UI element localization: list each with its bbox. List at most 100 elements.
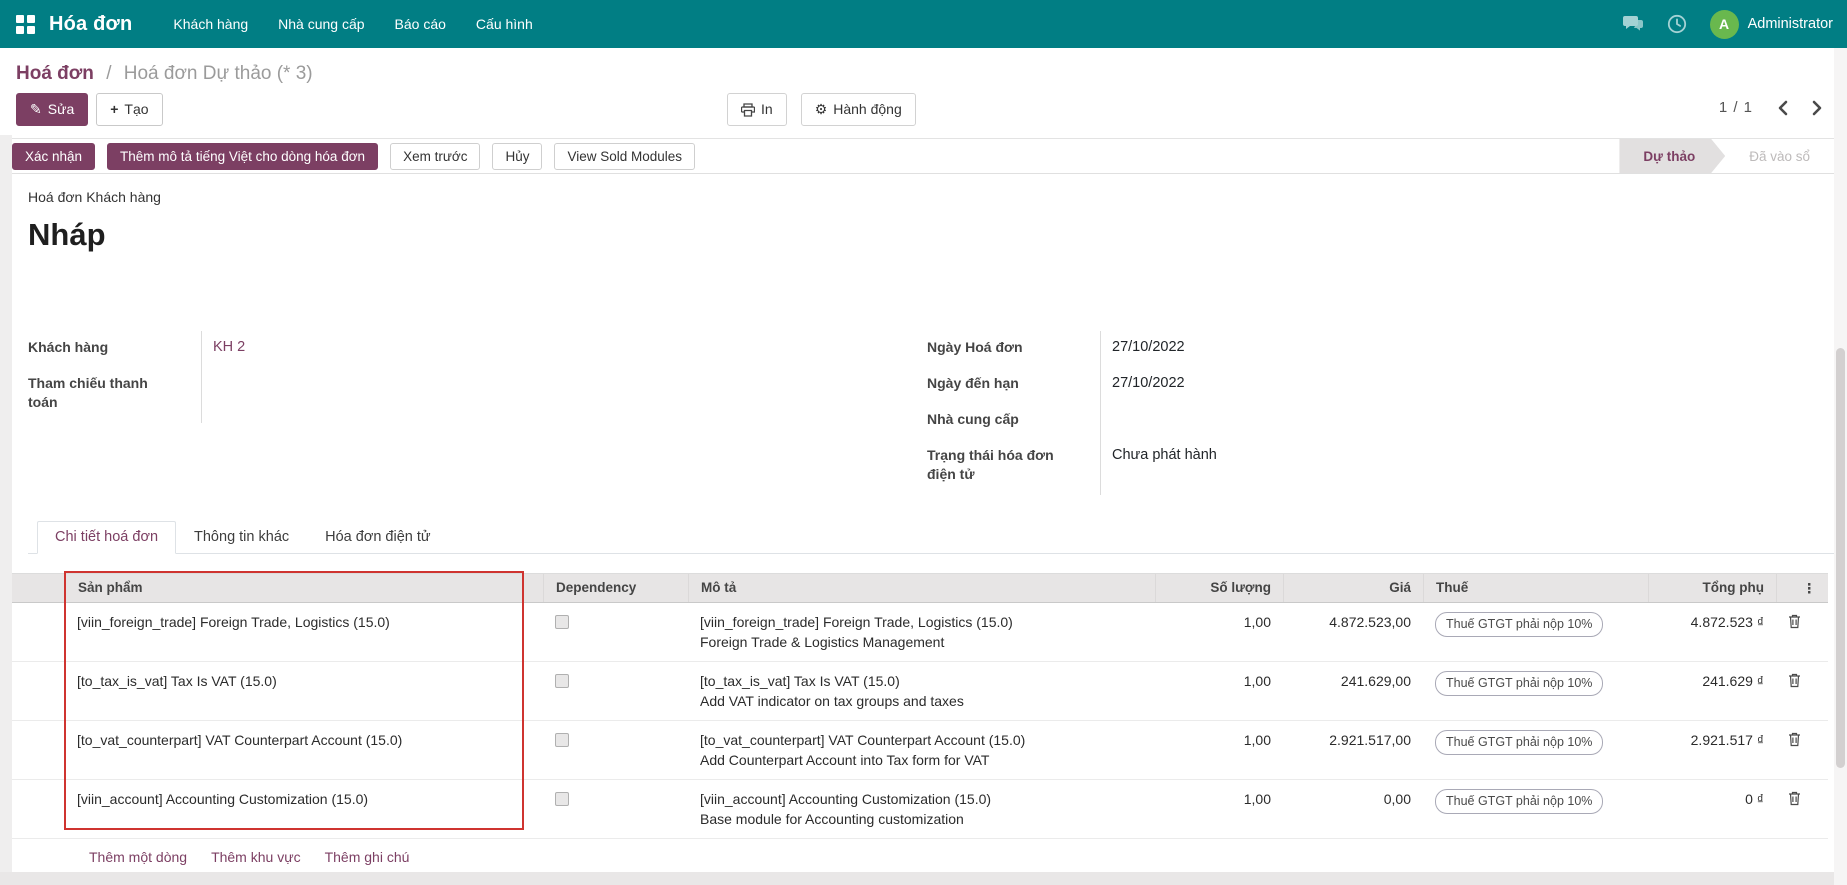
user-menu[interactable]: A Administrator — [1710, 10, 1833, 39]
cell-subtotal: 0 ₫ — [1648, 780, 1776, 838]
cell-price[interactable]: 2.921.517,00 — [1283, 721, 1423, 779]
trash-icon[interactable] — [1788, 614, 1801, 629]
apps-grid-icon[interactable] — [16, 15, 35, 34]
notebook-tabs: Chi tiết hoá đơn Thông tin khác Hóa đơn … — [28, 521, 1834, 554]
cell-subtotal: 2.921.517 ₫ — [1648, 721, 1776, 779]
tax-tag[interactable]: Thuế GTGT phải nộp 10% — [1435, 671, 1603, 696]
trash-icon[interactable] — [1788, 673, 1801, 688]
field-value-invoice-date[interactable]: 27/10/2022 — [1100, 331, 1547, 367]
cell-product[interactable]: [to_vat_counterpart] VAT Counterpart Acc… — [65, 721, 543, 779]
field-label-vendor: Nhà cung cấp — [927, 403, 1100, 439]
statusbar: Xác nhận Thêm mô tả tiếng Việt cho dòng … — [0, 138, 1847, 174]
status-posted[interactable]: Đã vào sổ — [1725, 139, 1834, 173]
field-value-vendor[interactable] — [1100, 403, 1547, 439]
tax-tag[interactable]: Thuế GTGT phải nộp 10% — [1435, 789, 1603, 814]
chat-icon[interactable] — [1622, 13, 1644, 35]
tab-other-info[interactable]: Thông tin khác — [176, 521, 307, 554]
edit-button[interactable]: ✎Sửa — [16, 93, 88, 126]
status-draft[interactable]: Dự thảo — [1619, 139, 1725, 173]
page-scrollbar[interactable] — [1834, 48, 1847, 885]
field-value-payment-reference[interactable] — [201, 367, 688, 423]
dependency-checkbox[interactable] — [555, 733, 569, 747]
optional-columns-kebab-icon[interactable]: ⋮ — [1776, 574, 1828, 602]
invoice-lines-table: Sản phẩm Dependency Mô tả Số lượng Giá T… — [12, 573, 1828, 869]
trash-icon[interactable] — [1788, 791, 1801, 806]
field-label-einvoice-status: Trạng thái hóa đơn điện tử — [927, 439, 1100, 495]
header-tax[interactable]: Thuế — [1423, 574, 1648, 602]
cell-description[interactable]: [to_vat_counterpart] VAT Counterpart Acc… — [688, 721, 1155, 779]
print-button[interactable]: In — [727, 93, 787, 126]
status-widget: Dự thảo Đã vào sổ — [1619, 139, 1834, 173]
field-value-einvoice-status[interactable]: Chưa phát hành — [1100, 439, 1547, 495]
create-button[interactable]: +Tạo — [96, 93, 162, 126]
action-button[interactable]: ⚙Hành động — [801, 93, 916, 126]
breadcrumb-parent-link[interactable]: Hoá đơn — [16, 63, 94, 84]
clock-icon[interactable] — [1666, 13, 1688, 35]
cell-price[interactable]: 0,00 — [1283, 780, 1423, 838]
add-vietnamese-description-button[interactable]: Thêm mô tả tiếng Việt cho dòng hóa đơn — [107, 143, 378, 170]
pager-count: 1 / 1 — [1719, 99, 1753, 116]
header-quantity[interactable]: Số lượng — [1155, 574, 1283, 602]
dependency-checkbox[interactable] — [555, 674, 569, 688]
tab-invoice-lines[interactable]: Chi tiết hoá đơn — [37, 521, 176, 554]
cell-description[interactable]: [viin_account] Accounting Customization … — [688, 780, 1155, 838]
cell-quantity[interactable]: 1,00 — [1155, 662, 1283, 720]
header-product[interactable]: Sản phẩm — [65, 574, 543, 602]
table-row[interactable]: [to_vat_counterpart] VAT Counterpart Acc… — [12, 721, 1828, 780]
scrollbar-thumb[interactable] — [1836, 348, 1845, 768]
tab-einvoice[interactable]: Hóa đơn điện tử — [307, 521, 448, 554]
breadcrumb-separator: / — [106, 63, 111, 84]
field-label-invoice-date: Ngày Hoá đơn — [927, 331, 1100, 367]
add-line-link[interactable]: Thêm một dòng — [89, 849, 187, 865]
header-price[interactable]: Giá — [1283, 574, 1423, 602]
dependency-checkbox[interactable] — [555, 792, 569, 806]
table-row[interactable]: [viin_account] Accounting Customization … — [12, 780, 1828, 839]
confirm-button[interactable]: Xác nhận — [12, 143, 95, 170]
pager: 1 / 1 — [1719, 99, 1823, 116]
nav-item-nha-cung-cap[interactable]: Nhà cung cấp — [263, 2, 379, 46]
cancel-button[interactable]: Hủy — [492, 143, 542, 170]
document-type-label: Hoá đơn Khách hàng — [28, 189, 1834, 205]
header-description[interactable]: Mô tả — [688, 574, 1155, 602]
pencil-icon: ✎ — [30, 100, 42, 119]
breadcrumb: Hoá đơn / Hoá đơn Dự thảo (* 3) — [0, 48, 1847, 87]
field-group-right: Ngày Hoá đơn 27/10/2022 Ngày đến hạn 27/… — [927, 331, 1547, 495]
cell-quantity[interactable]: 1,00 — [1155, 721, 1283, 779]
cell-product[interactable]: [to_tax_is_vat] Tax Is VAT (15.0) — [65, 662, 543, 720]
cell-subtotal: 4.872.523 ₫ — [1648, 603, 1776, 661]
cell-description[interactable]: [to_tax_is_vat] Tax Is VAT (15.0) Add VA… — [688, 662, 1155, 720]
cell-quantity[interactable]: 1,00 — [1155, 603, 1283, 661]
user-name: Administrator — [1748, 16, 1833, 32]
cell-price[interactable]: 4.872.523,00 — [1283, 603, 1423, 661]
cell-product[interactable]: [viin_foreign_trade] Foreign Trade, Logi… — [65, 603, 543, 661]
nav-item-khach-hang[interactable]: Khách hàng — [158, 2, 263, 46]
header-dependency[interactable]: Dependency — [543, 574, 688, 602]
nav-item-bao-cao[interactable]: Báo cáo — [380, 2, 461, 46]
control-panel-buttons: ✎Sửa +Tạo In ⚙Hành động 1 / 1 — [0, 87, 1847, 138]
cell-price[interactable]: 241.629,00 — [1283, 662, 1423, 720]
chevron-right-icon[interactable] — [1812, 100, 1823, 116]
tax-tag[interactable]: Thuế GTGT phải nộp 10% — [1435, 730, 1603, 755]
trash-icon[interactable] — [1788, 732, 1801, 747]
field-value-customer[interactable]: KH 2 — [201, 331, 688, 367]
chevron-left-icon[interactable] — [1777, 100, 1788, 116]
add-section-link[interactable]: Thêm khu vực — [211, 849, 301, 865]
tax-tag[interactable]: Thuế GTGT phải nộp 10% — [1435, 612, 1603, 637]
odoo-invoice-screen: Hóa đơn Khách hàng Nhà cung cấp Báo cáo … — [0, 0, 1847, 885]
table-row[interactable]: [viin_foreign_trade] Foreign Trade, Logi… — [12, 603, 1828, 662]
table-row[interactable]: [to_tax_is_vat] Tax Is VAT (15.0) [to_ta… — [12, 662, 1828, 721]
header-subtotal[interactable]: Tổng phụ — [1648, 574, 1776, 602]
cell-product[interactable]: [viin_account] Accounting Customization … — [65, 780, 543, 838]
app-brand[interactable]: Hóa đơn — [49, 13, 132, 36]
field-value-due-date[interactable]: 27/10/2022 — [1100, 367, 1547, 403]
view-sold-modules-button[interactable]: View Sold Modules — [554, 143, 695, 170]
page-background-strip — [0, 135, 12, 885]
dependency-checkbox[interactable] — [555, 615, 569, 629]
cell-description[interactable]: [viin_foreign_trade] Foreign Trade, Logi… — [688, 603, 1155, 661]
add-note-link[interactable]: Thêm ghi chú — [325, 849, 410, 865]
table-footer-links: Thêm một dòng Thêm khu vực Thêm ghi chú — [12, 839, 1828, 869]
preview-button[interactable]: Xem trước — [390, 143, 480, 170]
cell-quantity[interactable]: 1,00 — [1155, 780, 1283, 838]
form-sheet: Hoá đơn Khách hàng Nháp Khách hàng KH 2 … — [12, 189, 1834, 869]
nav-item-cau-hinh[interactable]: Cấu hình — [461, 2, 548, 46]
